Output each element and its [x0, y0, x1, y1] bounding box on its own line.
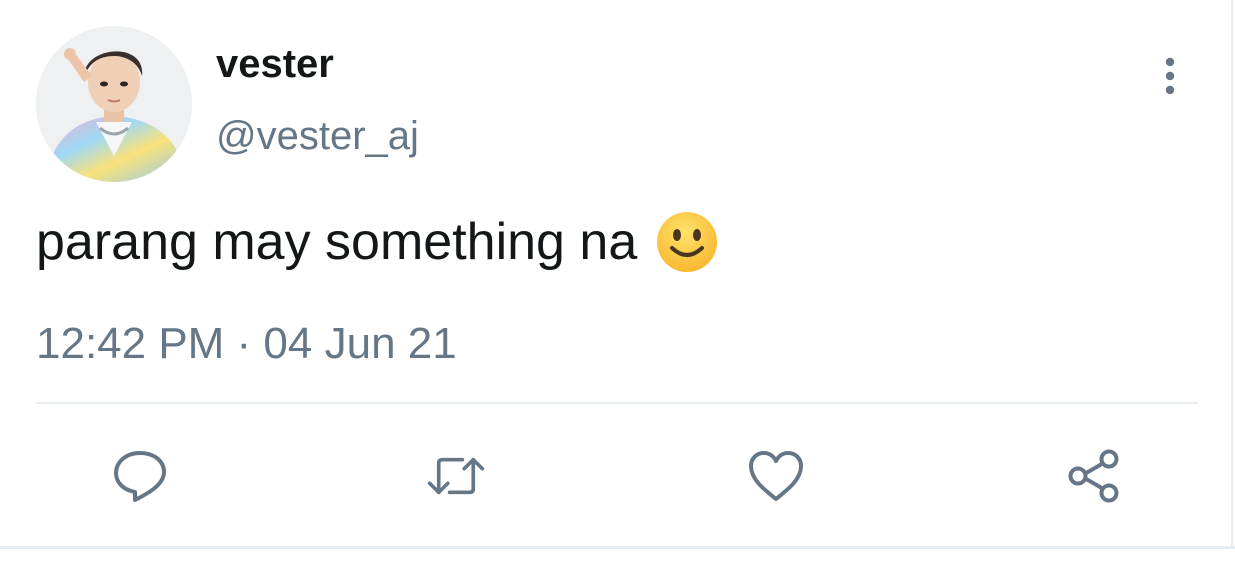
tweet-text-content: parang may something na	[36, 213, 638, 271]
retweet-button[interactable]	[426, 446, 486, 506]
reply-button[interactable]	[110, 446, 170, 506]
reply-icon	[114, 451, 166, 502]
like-icon	[749, 451, 803, 501]
share-button[interactable]	[1064, 446, 1124, 506]
more-options-icon[interactable]	[1150, 52, 1190, 100]
user-handle[interactable]: @vester_aj	[216, 112, 419, 160]
share-icon	[1068, 449, 1119, 503]
slightly-smiling-face-icon	[655, 210, 719, 274]
card-right-border	[1231, 0, 1233, 549]
like-button[interactable]	[746, 446, 806, 506]
tweet-text: parang may something na	[36, 210, 719, 274]
tweet-timestamp[interactable]: 12:42 PM · 04 Jun 21	[36, 318, 457, 370]
card-bottom-border	[0, 546, 1235, 549]
profile-photo	[36, 26, 192, 182]
avatar[interactable]	[36, 26, 192, 182]
retweet-icon	[427, 457, 485, 495]
divider	[36, 402, 1198, 404]
display-name[interactable]: vester	[216, 40, 334, 88]
